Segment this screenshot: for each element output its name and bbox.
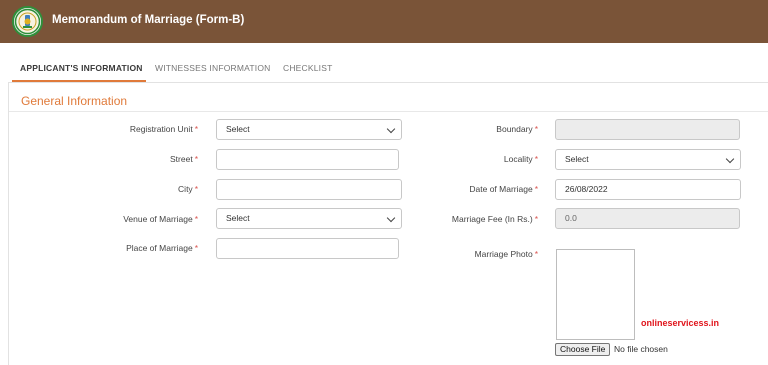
boundary-label: Boundary * — [496, 124, 538, 134]
registration-unit-label: Registration Unit * — [129, 124, 198, 134]
marriage-photo-preview — [556, 249, 635, 340]
city-label: City * — [178, 184, 198, 194]
marriage-fee-label: Marriage Fee (In Rs.) * — [451, 214, 538, 224]
street-label: Street * — [170, 154, 198, 164]
tab-checklist[interactable]: CHECKLIST — [283, 63, 333, 73]
boundary-input — [555, 119, 740, 140]
locality-label: Locality * — [503, 154, 538, 164]
tab-witnesses-information[interactable]: WITNESSES INFORMATION — [155, 63, 271, 73]
app-header: Memorandum of Marriage (Form-B) — [0, 0, 768, 43]
date-of-marriage-label: Date of Marriage * — [469, 184, 538, 194]
tab-bar: APPLICANT'S INFORMATION WITNESSES INFORM… — [8, 43, 768, 83]
government-emblem-logo — [12, 6, 43, 37]
active-tab-indicator — [12, 80, 146, 82]
choose-file-button[interactable]: Choose File — [555, 343, 611, 356]
chevron-down-icon — [725, 154, 735, 164]
venue-of-marriage-label: Venue of Marriage * — [123, 214, 198, 224]
marriage-photo-label: Marriage Photo * — [474, 249, 538, 259]
page-title: Memorandum of Marriage (Form-B) — [52, 14, 245, 26]
marriage-fee-input: 0.0 — [555, 208, 740, 229]
watermark-text: onlineservicess.in — [641, 318, 720, 328]
section-divider — [9, 111, 768, 112]
file-status-text: No file chosen — [614, 344, 668, 354]
tab-applicants-information[interactable]: APPLICANT'S INFORMATION — [20, 63, 143, 73]
section-title: General Information — [21, 94, 128, 108]
place-of-marriage-label: Place of Marriage * — [126, 243, 198, 253]
date-of-marriage-input[interactable]: 26/08/2022 — [555, 179, 741, 200]
locality-select[interactable]: Select — [555, 149, 741, 170]
